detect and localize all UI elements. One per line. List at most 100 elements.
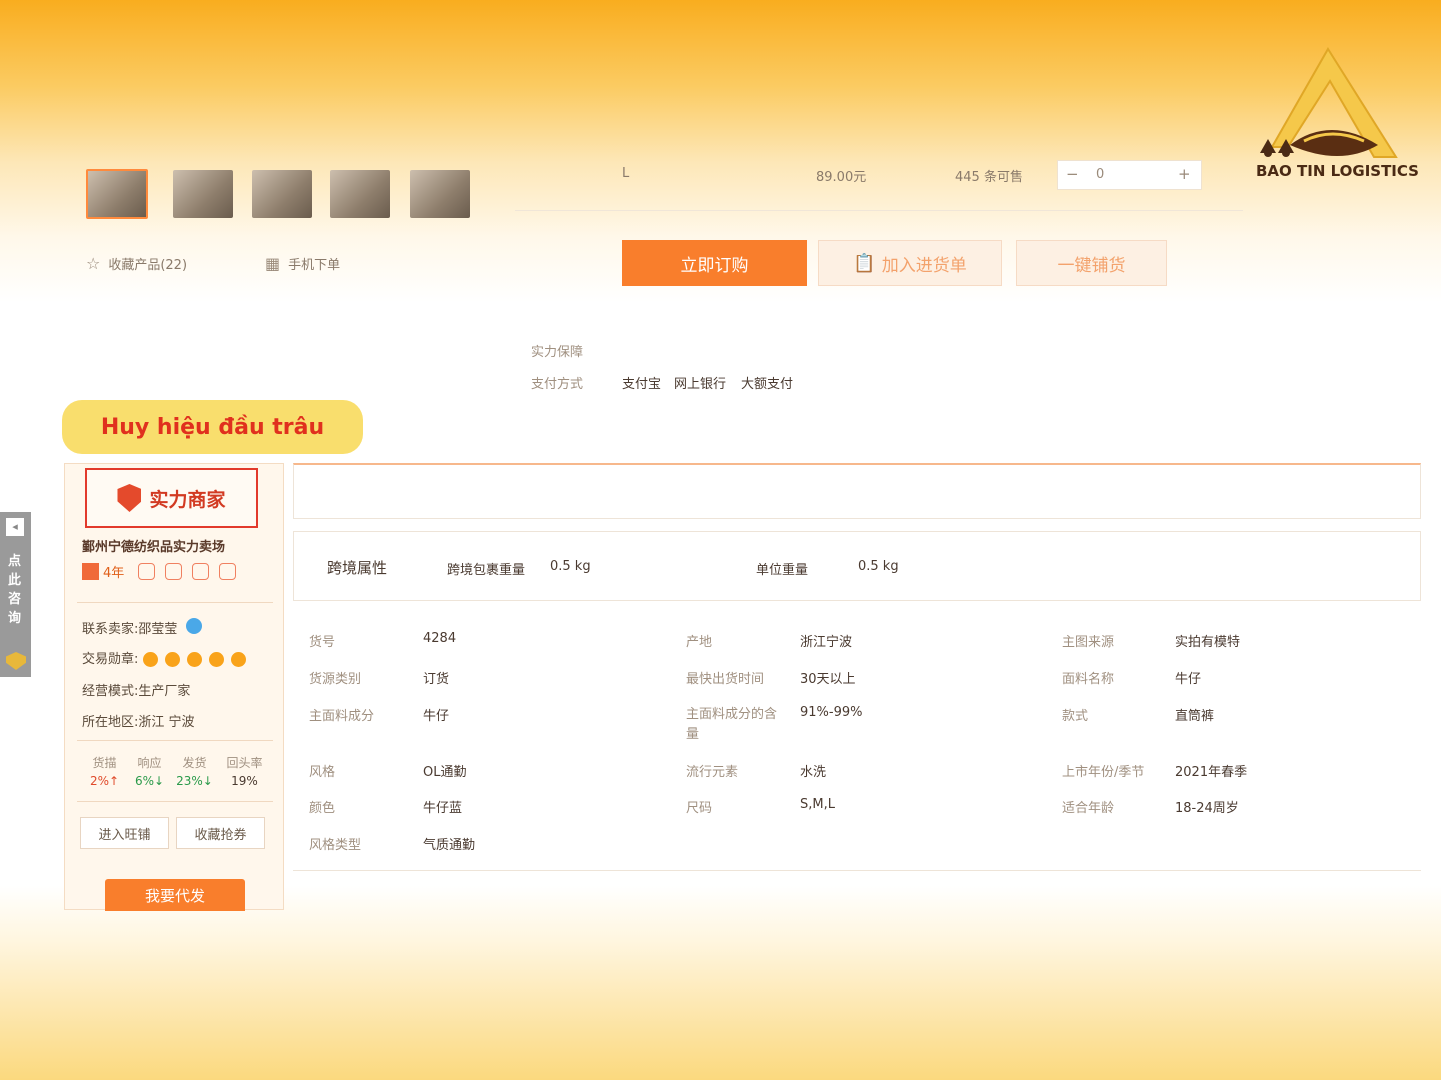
contact-seller[interactable]: 联系卖家:邵莹莹 xyxy=(82,618,202,637)
attr-key: 上市年份/季节 xyxy=(1062,765,1145,780)
mobile-order-link[interactable]: ▦ 手机下单 xyxy=(265,254,340,273)
attr-value: 直筒裤 xyxy=(1175,709,1215,724)
medal-icon xyxy=(230,652,246,667)
cross-border-title: 跨境属性 xyxy=(327,559,388,577)
favorite-link[interactable]: ☆ 收藏产品(22) xyxy=(86,254,187,273)
attr-value: S,M,L xyxy=(800,797,835,812)
attr-key: 货源类别 xyxy=(309,672,362,687)
attr-key: 产地 xyxy=(686,635,713,650)
order-now-button[interactable]: 立即订购 xyxy=(622,240,807,286)
attr-key: 主面料成分的含量 xyxy=(686,707,778,742)
divider xyxy=(77,740,273,741)
badge-icon xyxy=(192,563,210,580)
save-coupon-button[interactable]: 收藏抢券 xyxy=(176,817,265,849)
qr-code-icon: ▦ xyxy=(265,254,281,273)
attr-key: 风格类型 xyxy=(309,838,362,853)
quantity-input[interactable]: 0 xyxy=(1096,167,1104,182)
award-icon xyxy=(219,563,237,580)
attr-value: OL通勤 xyxy=(423,765,467,780)
attr-key: 款式 xyxy=(1062,709,1089,724)
consult-side-tab[interactable]: ◂ 点此咨询 xyxy=(0,512,31,677)
medal-icon xyxy=(164,652,180,667)
add-to-cart-label: 加入进货单 xyxy=(881,255,967,276)
shop-name[interactable]: 鄞州宁德纺织品实力卖场 xyxy=(82,536,225,555)
business-model: 经营模式:生产厂家 xyxy=(82,684,191,699)
contact-text: 联系卖家:邵莹莹 xyxy=(82,622,178,637)
stat-value: 2%↑ xyxy=(89,774,120,788)
cross-border-box: 跨境属性 跨境包裹重量 0.5 kg 单位重量 0.5 kg xyxy=(293,531,1421,601)
pkg-weight-label: 跨境包裹重量 xyxy=(447,563,526,578)
stat-value: 23%↓ xyxy=(176,774,213,788)
sku-size: L xyxy=(622,166,630,181)
shield-icon xyxy=(6,652,26,670)
shop-years: 4年 xyxy=(103,566,125,581)
product-thumbnail[interactable] xyxy=(252,170,312,218)
attr-value: 2021年春季 xyxy=(1175,765,1248,780)
attr-key: 颜色 xyxy=(309,801,336,816)
product-thumbnail[interactable] xyxy=(173,170,233,218)
stat-header: 回头率 xyxy=(226,756,263,770)
attr-key: 货号 xyxy=(309,635,336,650)
attr-value: 水洗 xyxy=(800,765,827,780)
clock-icon xyxy=(165,563,183,580)
divider xyxy=(515,210,1243,211)
stat-value: 19% xyxy=(231,774,258,788)
product-thumbnail[interactable] xyxy=(86,169,148,219)
annotation-label: Huy hiệu đầu trâu xyxy=(62,400,363,454)
attr-key: 主面料成分 xyxy=(309,709,375,724)
shield-icon xyxy=(117,484,142,512)
location: 所在地区:浙江 宁波 xyxy=(82,715,195,730)
sku-price: 89.00元 xyxy=(816,170,867,185)
payment-method: 网上银行 xyxy=(674,377,727,392)
shop-years-row: 4年 xyxy=(82,562,246,581)
stat-value: 6%↓ xyxy=(134,774,165,788)
product-thumbnail[interactable] xyxy=(330,170,390,218)
seller-panel: 实力商家 鄞州宁德纺织品实力卖场 4年 联系卖家:邵莹莹 交易勋章: 经营模式:… xyxy=(64,463,284,911)
payment-method: 大额支付 xyxy=(741,377,794,392)
plus-button[interactable]: + xyxy=(1178,165,1191,183)
stat-header: 响应 xyxy=(137,756,162,770)
attr-value: 订货 xyxy=(423,672,450,687)
attr-key: 风格 xyxy=(309,765,336,780)
divider xyxy=(77,801,273,802)
payment-method-label: 支付方式 xyxy=(531,377,584,392)
attr-value: 浙江宁波 xyxy=(800,635,853,650)
quantity-stepper[interactable]: − 0 + xyxy=(1057,160,1202,190)
dropship-button[interactable]: 我要代发 xyxy=(105,879,245,911)
medal-icon xyxy=(208,652,224,667)
attr-key: 尺码 xyxy=(686,801,713,816)
attr-value: 牛仔 xyxy=(1175,672,1202,687)
attr-key: 主图来源 xyxy=(1062,635,1115,650)
medal-icon xyxy=(142,652,158,667)
attr-value: 牛仔蓝 xyxy=(423,801,463,816)
attr-value: 30天以上 xyxy=(800,672,856,687)
badge-text: 实力商家 xyxy=(149,488,226,511)
pkg-weight-value: 0.5 kg xyxy=(550,559,591,574)
trade-medal-label: 交易勋章: xyxy=(82,652,139,667)
attr-value: 4284 xyxy=(423,631,457,646)
unit-weight-value: 0.5 kg xyxy=(858,559,899,574)
unit-weight-label: 单位重量 xyxy=(756,563,809,578)
detail-tab-bar xyxy=(293,463,1421,519)
favorite-label: 收藏产品(22) xyxy=(108,258,188,273)
collapse-icon[interactable]: ◂ xyxy=(6,518,24,536)
consult-label: 点此咨询 xyxy=(8,554,22,626)
attr-value: 牛仔 xyxy=(423,709,450,724)
payment-method: 支付宝 xyxy=(622,377,662,392)
add-to-cart-button[interactable]: 📋 加入进货单 xyxy=(818,240,1002,286)
attr-key: 最快出货时间 xyxy=(686,672,765,687)
chat-icon[interactable] xyxy=(185,618,202,634)
power-merchant-badge: 实力商家 xyxy=(85,468,258,528)
attr-value: 气质通勤 xyxy=(423,838,476,853)
attr-value: 实拍有模特 xyxy=(1175,635,1241,650)
medal-icon xyxy=(186,652,202,667)
attr-value: 18-24周岁 xyxy=(1175,801,1239,816)
enter-shop-button[interactable]: 进入旺铺 xyxy=(80,817,169,849)
clipboard-icon: 📋 xyxy=(853,252,876,274)
one-click-button[interactable]: 一键铺货 xyxy=(1016,240,1167,286)
logo-text: BAO TIN LOGISTICS xyxy=(1256,162,1419,180)
product-thumbnail[interactable] xyxy=(410,170,470,218)
divider xyxy=(293,870,1421,871)
minus-button[interactable]: − xyxy=(1066,165,1079,183)
attr-key: 面料名称 xyxy=(1062,672,1115,687)
